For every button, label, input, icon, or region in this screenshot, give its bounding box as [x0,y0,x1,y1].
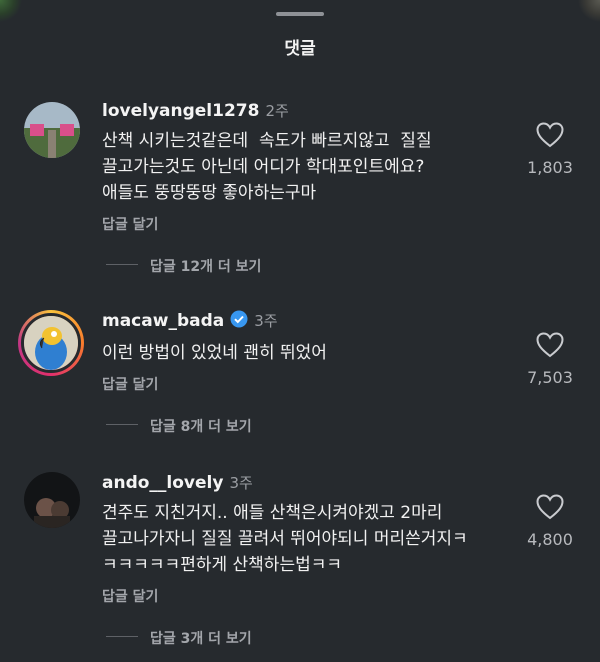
avatar[interactable] [18,310,84,376]
comment-time: 3주 [254,312,278,330]
view-replies-button[interactable]: 답글 8개 더 보기 [106,416,252,436]
divider [106,636,138,637]
heart-icon[interactable] [536,122,564,148]
background-corner [0,0,36,36]
divider [106,424,138,425]
comment-time: 2주 [265,102,289,120]
like-count: 7,503 [527,368,573,387]
reply-button[interactable]: 답글 달기 [102,374,158,394]
like-button[interactable]: 1,803 [520,122,580,177]
comment-text: 견주도 지친거지.. 애들 산책은시켜야겠고 2마리 끌고나가자니 질질 끌려서 … [102,503,468,575]
username[interactable]: macaw_bada [102,311,224,331]
divider [106,264,138,265]
avatar[interactable] [24,472,80,528]
verified-badge-icon [230,310,248,328]
username[interactable]: lovelyangel1278 [102,101,259,121]
background-corner [564,0,600,36]
like-button[interactable]: 7,503 [520,332,580,387]
like-count: 4,800 [527,530,573,549]
comment-text: 산책 시키는것같은데 속도가 빠르지않고 질질 끌고가는것도 아닌데 어디가 학대… [102,131,432,203]
drag-handle[interactable] [276,12,324,16]
view-replies-button[interactable]: 답글 12개 더 보기 [106,256,261,276]
comment-time: 3주 [229,474,253,492]
reply-button[interactable]: 답글 달기 [102,214,158,234]
heart-icon[interactable] [536,332,564,358]
heart-icon[interactable] [536,494,564,520]
like-button[interactable]: 4,800 [520,494,580,549]
reply-button[interactable]: 답글 달기 [102,586,158,606]
comment-text: 이런 방법이 있었네 괜히 뛰었어 [102,343,327,363]
view-replies-button[interactable]: 답글 3개 더 보기 [106,628,252,648]
username[interactable]: ando__lovely [102,473,223,493]
sheet-title: 댓글 [284,39,316,59]
avatar[interactable] [24,102,80,158]
like-count: 1,803 [527,158,573,177]
